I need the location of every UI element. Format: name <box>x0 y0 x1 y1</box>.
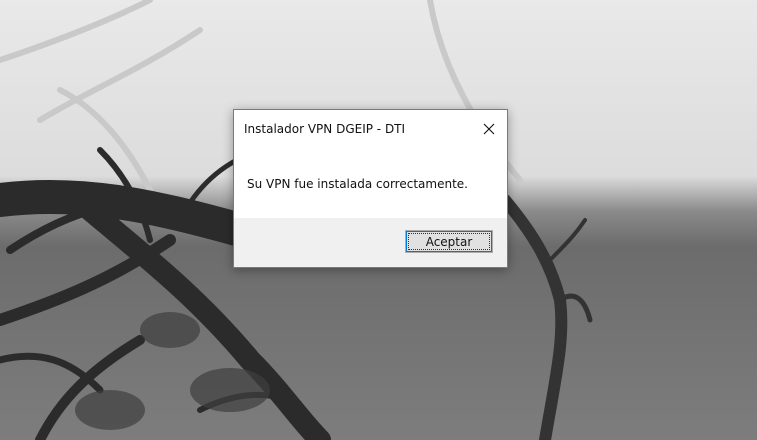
message-dialog: Instalador VPN DGEIP - DTI Su VPN fue in… <box>233 109 508 268</box>
accept-button[interactable]: Aceptar <box>405 230 493 253</box>
close-button[interactable] <box>471 110 507 148</box>
dialog-message-area: Su VPN fue instalada correctamente. <box>234 148 507 218</box>
close-icon <box>483 123 495 135</box>
dialog-button-bar: Aceptar <box>234 218 507 267</box>
dialog-message: Su VPN fue instalada correctamente. <box>247 177 468 191</box>
desktop-background: Instalador VPN DGEIP - DTI Su VPN fue in… <box>0 0 757 440</box>
dialog-titlebar[interactable]: Instalador VPN DGEIP - DTI <box>234 110 507 148</box>
dialog-title: Instalador VPN DGEIP - DTI <box>244 122 406 136</box>
